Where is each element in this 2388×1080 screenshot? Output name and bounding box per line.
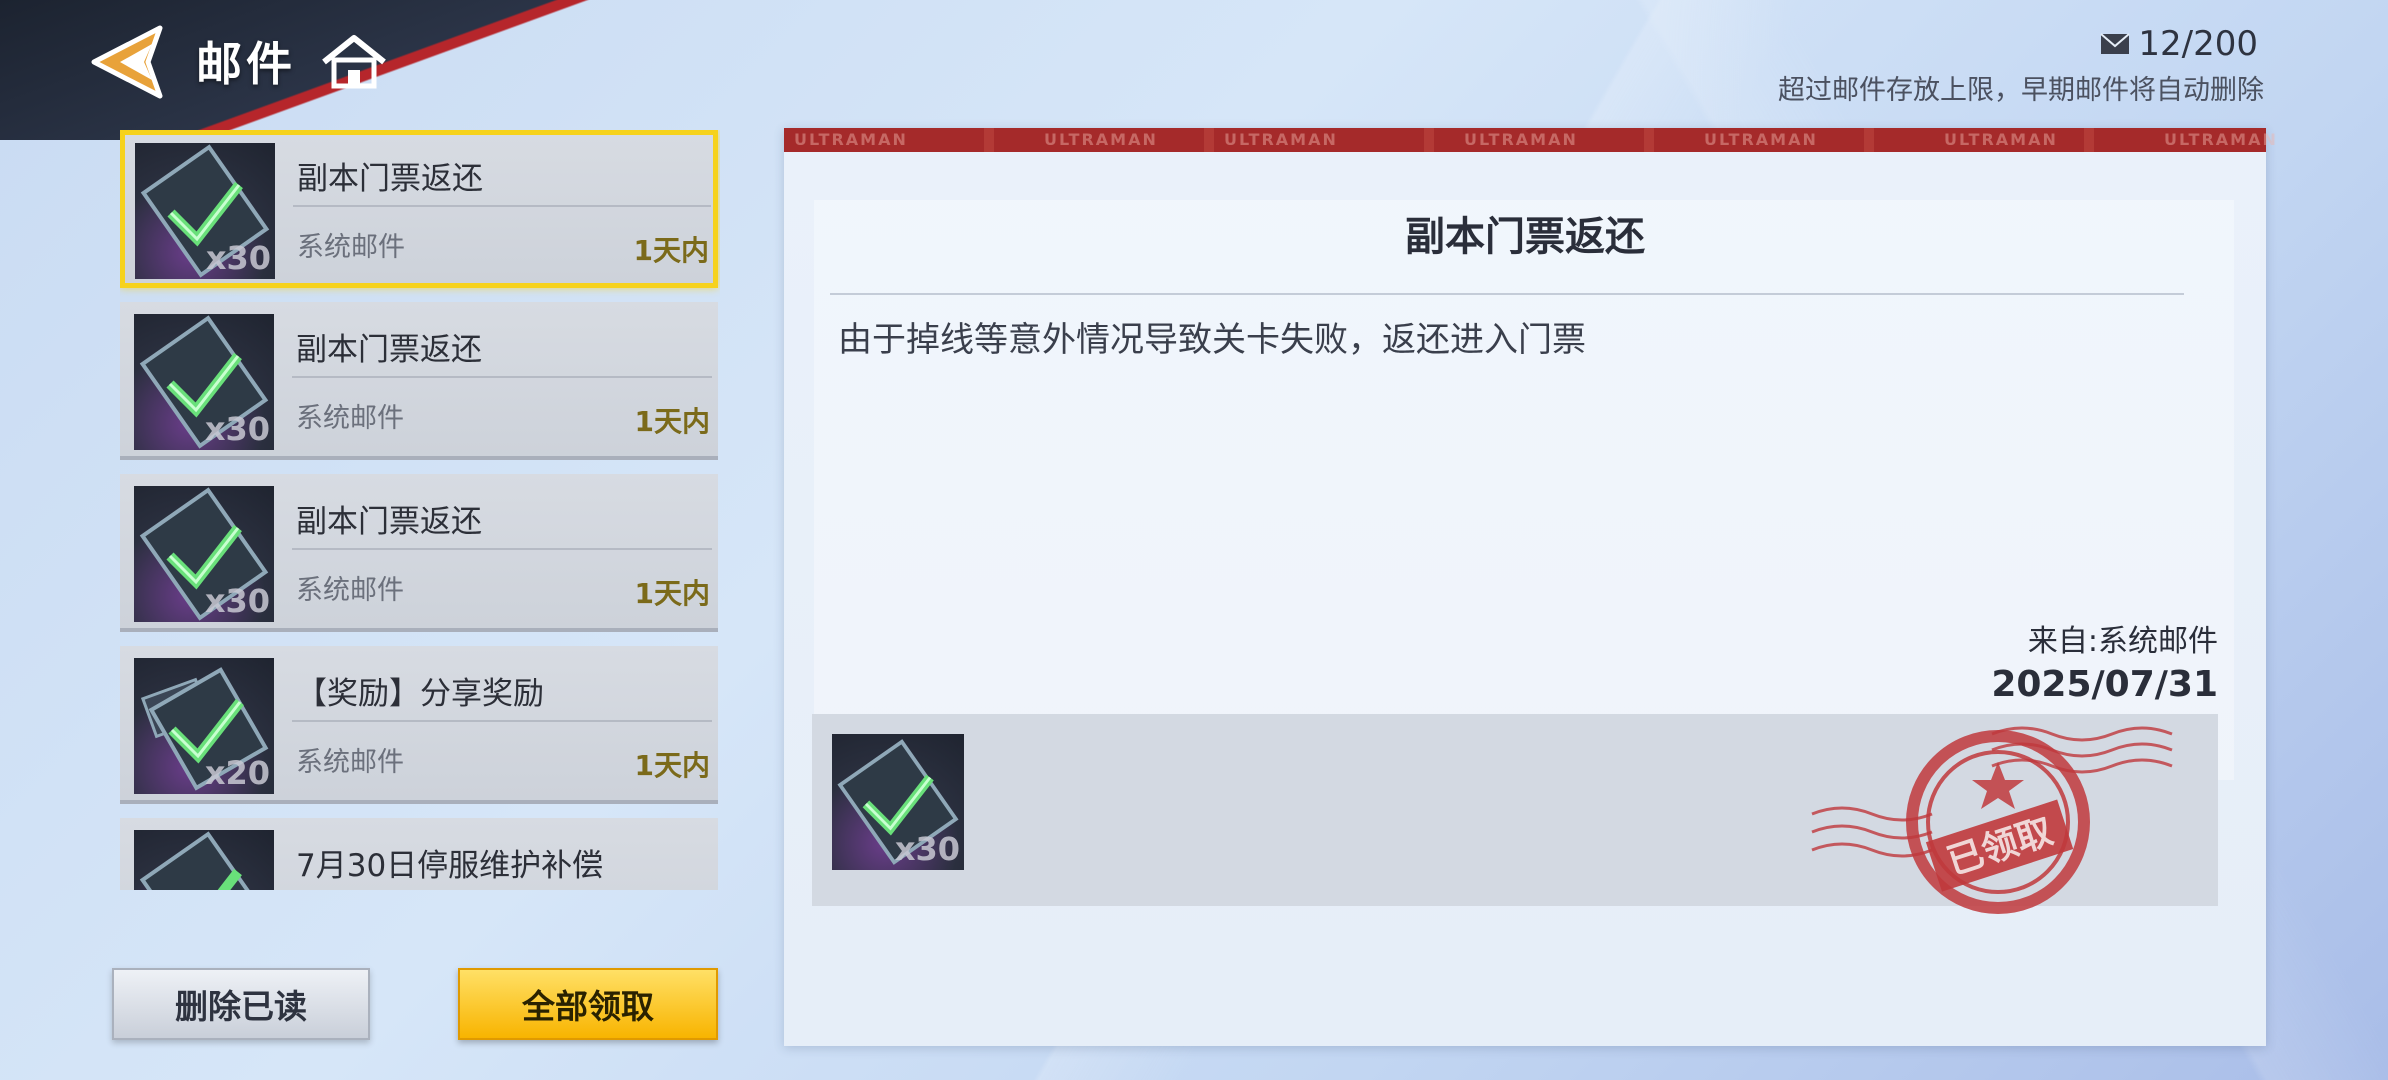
back-button[interactable] <box>90 22 180 102</box>
mail-item[interactable]: 7月30日停服维护补偿 <box>120 818 718 890</box>
mail-item[interactable]: x30 副本门票返还 系统邮件 1天内 <box>120 130 718 288</box>
mail-sender: 系统邮件 <box>296 575 404 606</box>
claimed-stamp-icon: 已领取 <box>1811 726 2173 914</box>
mail-item[interactable]: x30 副本门票返还 系统邮件 1天内 <box>120 474 718 632</box>
home-button[interactable] <box>318 32 390 92</box>
detail-body: 由于掉线等意外情况导致关卡失败，返还进入门票 <box>838 320 1586 360</box>
mail-sender: 系统邮件 <box>297 232 405 263</box>
mail-title: 【奖励】分享奖励 <box>296 676 544 712</box>
home-icon <box>322 35 386 89</box>
banner-text: ULTRAMAN <box>794 130 908 149</box>
detail-sender: 来自:系统邮件 <box>2027 624 2218 659</box>
claim-all-button[interactable]: 全部领取 <box>458 968 718 1040</box>
detail-title: 副本门票返还 <box>1405 214 1645 260</box>
attachment-area: x30 已领取 <box>812 714 2218 914</box>
banner-text: ULTRAMAN <box>1464 130 1578 149</box>
mail-item[interactable]: x30 副本门票返还 系统邮件 1天内 <box>120 302 718 460</box>
divider <box>292 548 712 550</box>
mail-title: 7月30日停服维护补偿 <box>296 848 604 884</box>
detail-banner: ULTRAMAN ULTRAMAN ULTRAMAN ULTRAMAN ULTR… <box>784 128 2276 152</box>
ticket-thumbnail <box>134 830 274 890</box>
mail-title: 副本门票返还 <box>296 332 482 368</box>
mail-sender: 系统邮件 <box>296 747 404 778</box>
mail-item[interactable]: x20 【奖励】分享奖励 系统邮件 1天内 <box>120 646 718 804</box>
mail-expiry: 1天内 <box>634 405 710 438</box>
ticket-check-icon <box>139 831 269 890</box>
item-quantity: x30 <box>204 410 270 448</box>
item-quantity: x20 <box>204 754 270 792</box>
page-title: 邮件 <box>196 37 296 91</box>
banner-text: ULTRAMAN <box>1044 130 1158 149</box>
mail-sender: 系统邮件 <box>296 403 404 434</box>
mail-expiry: 1天内 <box>634 749 710 782</box>
banner-text: ULTRAMAN <box>1224 130 1338 149</box>
reward-thumbnail: x20 <box>134 658 274 794</box>
banner-text: ULTRAMAN <box>1944 130 2058 149</box>
back-arrow-icon <box>91 25 163 99</box>
ticket-thumbnail: x30 <box>135 143 275 279</box>
attachment-item[interactable]: x30 <box>832 734 964 870</box>
attachment-quantity: x30 <box>894 830 960 868</box>
banner-text: ULTRAMAN <box>1704 130 1818 149</box>
mail-count: 12/200 <box>2100 24 2258 64</box>
delete-read-button[interactable]: 删除已读 <box>112 968 370 1040</box>
divider <box>292 720 712 722</box>
mail-count-value: 12/200 <box>2138 24 2258 64</box>
mail-list[interactable]: x30 副本门票返还 系统邮件 1天内 x30 副本门票返还 系统邮件 1天内 <box>120 130 720 890</box>
item-quantity: x30 <box>205 239 271 277</box>
mail-title: 副本门票返还 <box>296 504 482 540</box>
mail-expiry: 1天内 <box>634 577 710 610</box>
banner-text: ULTRAMAN <box>2164 130 2278 149</box>
detail-divider <box>830 293 2184 295</box>
item-quantity: x30 <box>204 582 270 620</box>
mail-limit-note: 超过邮件存放上限，早期邮件将自动删除 <box>1778 75 2264 106</box>
mail-title: 副本门票返还 <box>297 161 483 197</box>
ticket-thumbnail: x30 <box>134 486 274 622</box>
envelope-icon <box>2100 33 2131 54</box>
mail-expiry: 1天内 <box>633 234 709 267</box>
divider <box>293 205 711 207</box>
detail-date: 2025/07/31 <box>1991 664 2218 705</box>
divider <box>292 376 712 378</box>
mail-detail-panel: ULTRAMAN ULTRAMAN ULTRAMAN ULTRAMAN ULTR… <box>784 128 2276 1046</box>
ticket-thumbnail: x30 <box>134 314 274 450</box>
